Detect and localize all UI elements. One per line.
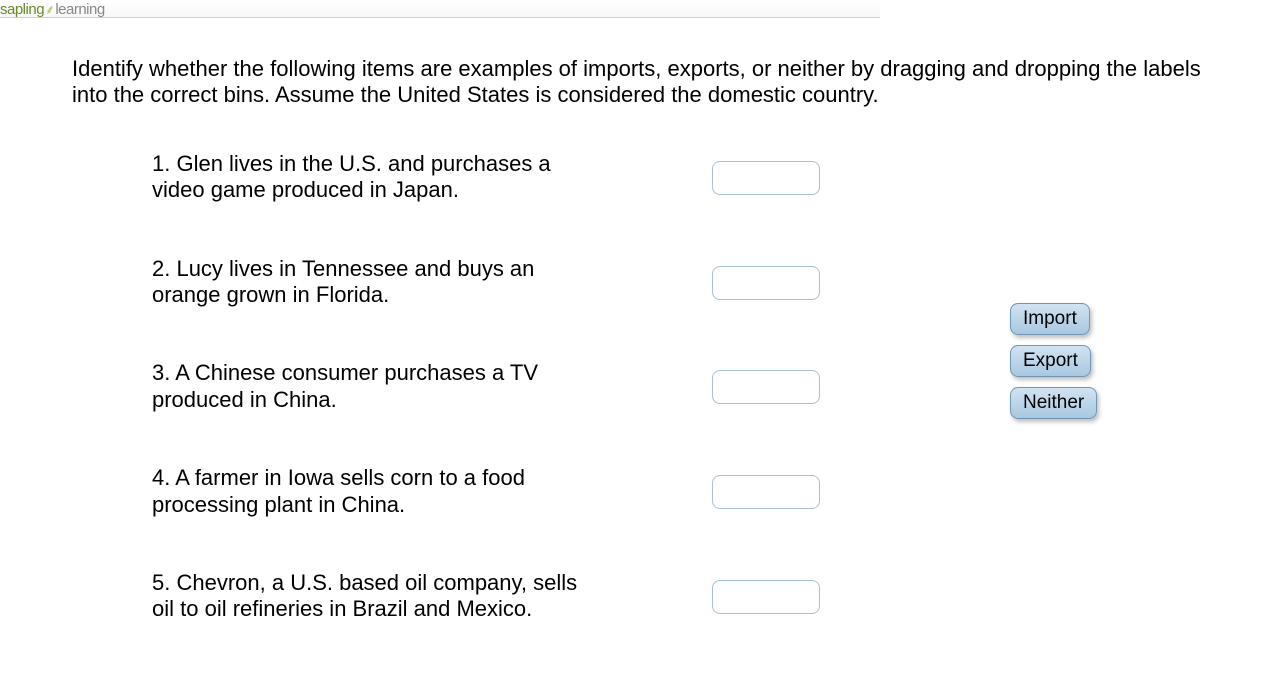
logo-sapling: sapling (0, 1, 44, 18)
drop-bin-3[interactable] (712, 370, 820, 404)
item-text-1: 1. Glen lives in the U.S. and purchases … (152, 151, 612, 204)
item-row: 5. Chevron, a U.S. based oil company, se… (152, 570, 820, 623)
content-area: Identify whether the following items are… (0, 18, 1286, 623)
item-row: 4. A farmer in Iowa sells corn to a food… (152, 465, 820, 518)
exercise-area: 1. Glen lives in the U.S. and purchases … (72, 151, 1214, 623)
item-row: 1. Glen lives in the U.S. and purchases … (152, 151, 820, 204)
labels-column: Import Export Neither (1010, 303, 1097, 419)
item-text-4: 4. A farmer in Iowa sells corn to a food… (152, 465, 612, 518)
drop-bin-5[interactable] (712, 580, 820, 614)
leaf-icon: ⸙ (45, 2, 54, 17)
drag-label-neither[interactable]: Neither (1010, 387, 1097, 419)
drop-bin-4[interactable] (712, 475, 820, 509)
drop-bin-1[interactable] (712, 161, 820, 195)
header-bar: sapling⸙learning (0, 0, 880, 18)
item-text-5: 5. Chevron, a U.S. based oil company, se… (152, 570, 612, 623)
item-text-3: 3. A Chinese consumer purchases a TV pro… (152, 360, 612, 413)
drop-bin-2[interactable] (712, 266, 820, 300)
item-row: 3. A Chinese consumer purchases a TV pro… (152, 360, 820, 413)
drag-label-import[interactable]: Import (1010, 303, 1090, 335)
item-text-2: 2. Lucy lives in Tennessee and buys an o… (152, 256, 612, 309)
items-column: 1. Glen lives in the U.S. and purchases … (72, 151, 820, 623)
item-row: 2. Lucy lives in Tennessee and buys an o… (152, 256, 820, 309)
question-prompt: Identify whether the following items are… (72, 56, 1214, 109)
drag-label-export[interactable]: Export (1010, 345, 1091, 377)
logo: sapling⸙learning (0, 0, 105, 18)
logo-learning: learning (55, 1, 104, 18)
